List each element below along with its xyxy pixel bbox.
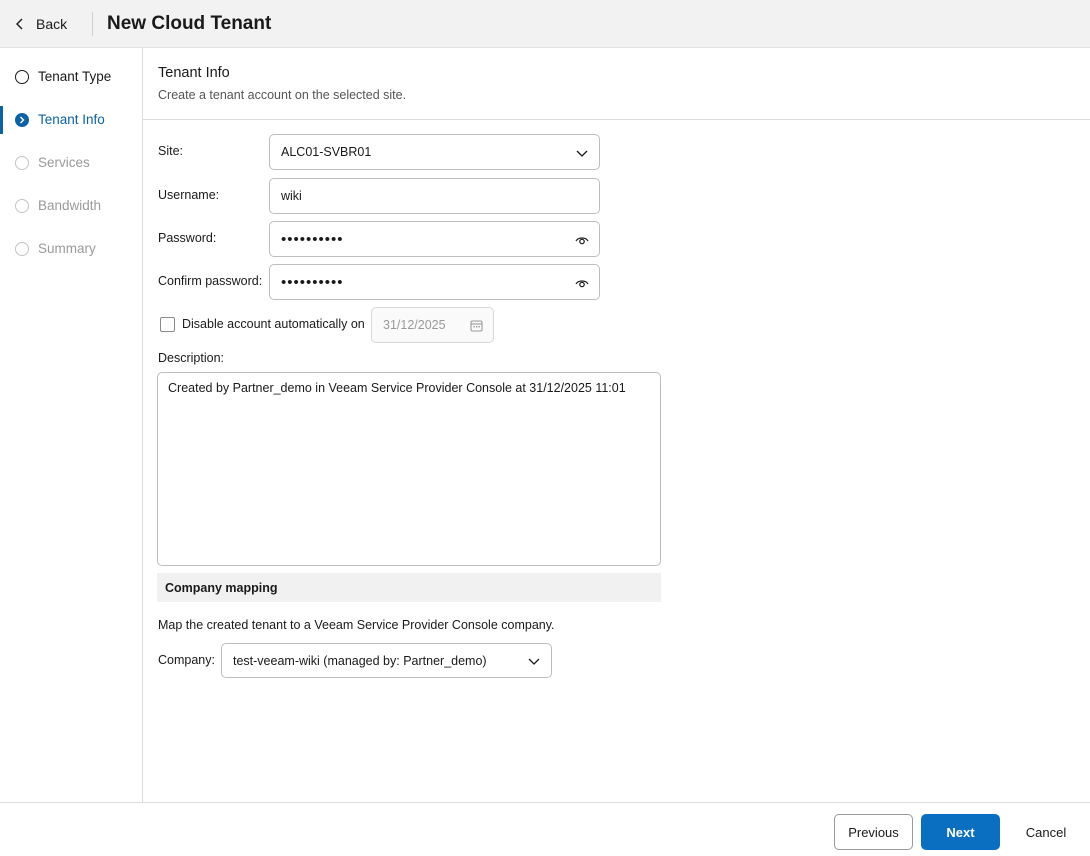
disable-date-value: 31/12/2025 (383, 318, 446, 332)
chevron-left-icon (16, 18, 23, 30)
description-value: Created by Partner_demo in Veeam Service… (168, 381, 626, 395)
site-select[interactable]: ALC01-SVBR01 (269, 134, 600, 170)
header-divider (92, 12, 93, 36)
footer-bar: Previous Next Cancel (0, 802, 1090, 856)
description-textarea[interactable]: Created by Partner_demo in Veeam Service… (157, 372, 661, 566)
username-label: Username: (158, 188, 220, 202)
previous-button[interactable]: Previous (834, 814, 913, 850)
step-summary[interactable]: Summary (0, 235, 142, 263)
disable-account-row (160, 317, 175, 332)
wizard-steps-sidebar: Tenant Type Tenant Info Services Bandwid… (0, 48, 143, 802)
step-label: Summary (38, 241, 96, 256)
step-bandwidth[interactable]: Bandwidth (0, 192, 142, 220)
company-value: test-veeam-wiki (managed by: Partner_dem… (233, 653, 487, 668)
step-circle-icon (15, 156, 29, 170)
step-label: Tenant Type (38, 69, 112, 84)
chevron-down-icon (576, 150, 588, 157)
section-title: Tenant Info (158, 65, 230, 81)
back-button[interactable]: Back (14, 12, 67, 36)
company-mapping-header: Company mapping (157, 573, 661, 602)
password-input[interactable]: •••••••••• (269, 221, 600, 257)
cancel-button[interactable]: Cancel (1016, 814, 1076, 850)
confirm-password-input[interactable]: •••••••••• (269, 264, 600, 300)
step-circle-icon (15, 199, 29, 213)
step-label: Services (38, 155, 90, 170)
section-subtitle: Create a tenant account on the selected … (158, 88, 407, 102)
step-services[interactable]: Services (0, 149, 142, 177)
step-circle-icon (15, 242, 29, 256)
description-label: Description: (158, 351, 224, 365)
next-button[interactable]: Next (921, 814, 1000, 850)
step-circle-icon (15, 70, 29, 84)
password-label: Password: (158, 231, 217, 245)
company-label: Company: (158, 653, 215, 667)
step-label: Tenant Info (38, 112, 105, 127)
company-mapping-text: Map the created tenant to a Veeam Servic… (158, 618, 555, 632)
confirm-password-value: •••••••••• (281, 273, 344, 291)
username-value: wiki (281, 189, 302, 203)
confirm-password-label: Confirm password: (158, 274, 263, 288)
page-title: New Cloud Tenant (107, 13, 272, 34)
step-current-icon (15, 113, 29, 127)
disable-date-input[interactable]: 31/12/2025 (371, 307, 494, 343)
top-bar: Back New Cloud Tenant (0, 0, 1090, 48)
step-label: Bandwidth (38, 198, 102, 213)
show-password-eye-icon[interactable] (575, 276, 589, 290)
site-label: Site: (158, 144, 184, 158)
site-value: ALC01-SVBR01 (281, 145, 372, 159)
disable-account-label: Disable account automatically on (182, 317, 365, 331)
disable-account-checkbox[interactable] (160, 317, 175, 332)
back-label: Back (36, 16, 68, 32)
section-header: Tenant Info Create a tenant account on t… (143, 48, 1090, 120)
chevron-down-icon (528, 658, 540, 665)
username-input[interactable]: wiki (269, 178, 600, 214)
password-value: •••••••••• (281, 230, 344, 248)
step-tenant-info[interactable]: Tenant Info (0, 106, 142, 134)
step-tenant-type[interactable]: Tenant Type (0, 63, 142, 91)
calendar-icon[interactable] (470, 319, 483, 332)
show-password-eye-icon[interactable] (575, 233, 589, 247)
company-select[interactable]: test-veeam-wiki (managed by: Partner_dem… (221, 643, 552, 678)
